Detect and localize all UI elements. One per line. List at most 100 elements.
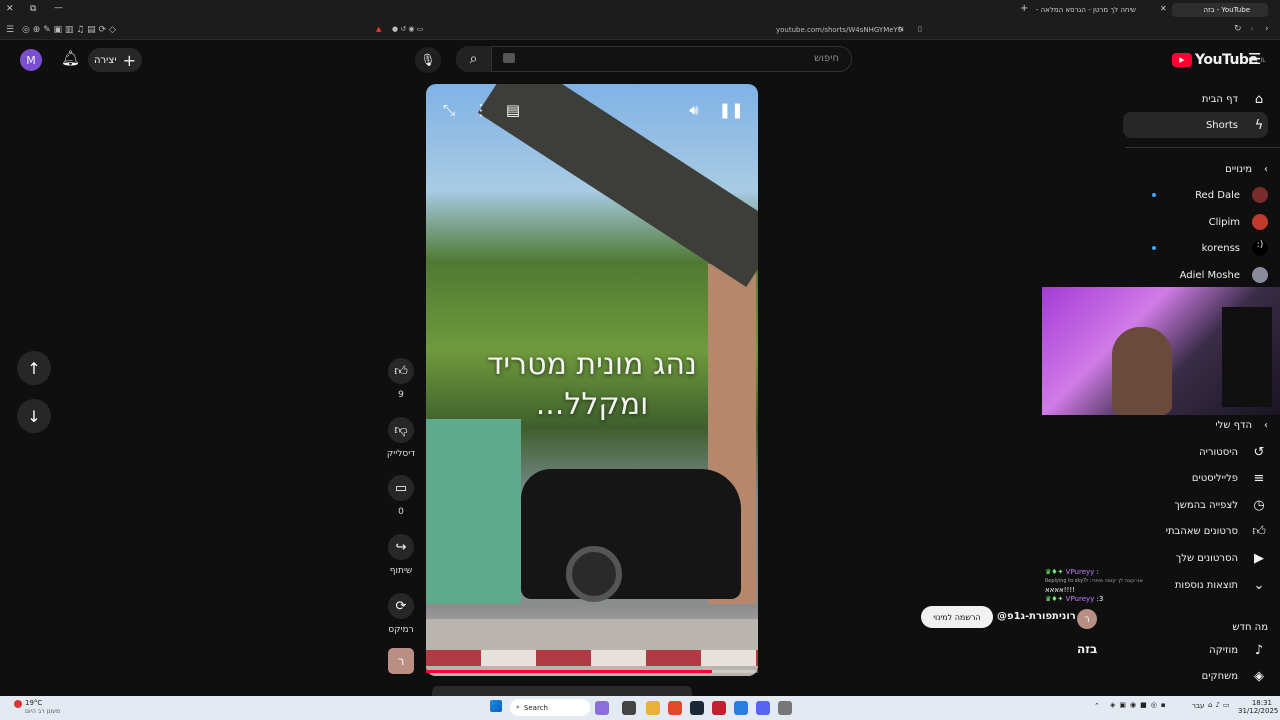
avatar[interactable]: M [20,49,42,71]
toolbar-icons[interactable]: ◎ ⊕ ✎ ▣ ▥ ♫ ▤ ⟳ ◇ [22,25,116,35]
task-view-icon[interactable] [622,701,636,715]
video-icon: ▶ [1254,550,1264,566]
share-button[interactable]: ↪ שיתוף [385,534,417,576]
restore-icon[interactable]: ⧉ [30,4,36,14]
subscriptions-header[interactable]: מינויים ‹ [1128,156,1268,182]
sidebar-item-sub[interactable]: korenss:) [1128,235,1268,261]
taskbar-search[interactable]: ⌕ Search [510,699,590,716]
pause-icon[interactable]: ❚❚ [718,98,743,122]
minimize-icon[interactable]: — [54,3,63,13]
sidebar-item-music[interactable]: מוזיקה ♪ [1128,637,1268,663]
search-icon: ⌕ [516,703,520,711]
network-volume-icons[interactable]: ⌂♪▭ [1208,701,1233,709]
sidebar-item-label: פלייליסטים [1191,472,1238,484]
windows-start-icon[interactable] [490,700,502,712]
remix-button[interactable]: ⟳ רמיקס [385,593,417,635]
tab-youtube[interactable]: YouTube - בזה [1172,3,1268,17]
clock-time: 18:31 [1251,699,1272,707]
sidebar-item-label: Adiel Moshe [1179,269,1240,281]
history-icon: ↺ [1253,444,1265,460]
extension-icons[interactable]: ● ↺ ◉ ▭ [392,25,423,33]
subscriptions-label: מינויים [1225,163,1252,175]
discord-icon[interactable] [756,701,770,715]
reload-icon[interactable]: ↻ [1234,24,1242,34]
file-explorer-icon[interactable] [646,701,660,715]
avatar-letter: M [26,53,36,67]
webcam-background [1222,307,1272,407]
sidebar-item-sub[interactable]: Clipim [1128,209,1268,235]
comments-button[interactable]: ▭ 0 [385,475,417,517]
windows-taskbar: 19°C מעונן רב היום ⌕ Search ⌃ ◈▣◉■◎▪ עבר … [0,696,1280,720]
sidebar-item-history[interactable]: היסטוריה ↺ [1128,439,1268,465]
channel-avatar[interactable]: ר [1077,609,1097,629]
tray-icons[interactable]: ◈▣◉■◎▪ [1110,701,1170,709]
search-input[interactable]: חיפוש [456,46,852,72]
url-text[interactable]: youtube.com/shorts/W4sNHGYMeY0 [776,26,902,34]
more-options-icon[interactable]: ⋮ [469,98,493,122]
sidebar-item-playlists[interactable]: פלייליסטים ≡ [1128,465,1268,491]
bookmark-icon[interactable]: ▯ [918,25,922,33]
next-short-button[interactable]: ↓ [17,399,51,433]
sidebar-item-label: Clipim [1208,216,1240,228]
next-video-peek[interactable] [432,686,692,696]
like-icon: 👍︎ [1252,523,1266,539]
weather-icon[interactable] [14,700,22,708]
channel-thumbnail[interactable]: ר [388,648,414,674]
menu-icon[interactable]: ☰ [6,25,14,35]
video-progress-fill [426,670,712,673]
weather-desc: מעונן רב היום [25,708,61,715]
back-icon[interactable]: › [1265,24,1269,34]
tab-other[interactable]: שיחה לך מרטן - הגרסא המלאה - e [1036,3,1154,17]
sidebar-item-home[interactable]: דף הבית ⌂ [1128,86,1268,112]
taskbar-app-icon[interactable] [595,701,609,715]
webcam-overlay [1042,287,1280,415]
sidebar-item-sub[interactable]: Red Dale [1128,182,1268,208]
chevron-down-icon: ⌄ [1253,577,1265,593]
new-tab-icon[interactable]: + [1020,3,1028,14]
sidebar-item-gaming[interactable]: משחקים ◈ [1128,663,1268,689]
weather-temp: 19°C [25,699,43,707]
tray-chevron-icon[interactable]: ⌃ [1094,702,1100,710]
fullscreen-icon[interactable]: ⤡ [437,98,461,122]
browser-tab-bar: ✕ ⧉ — YouTube - בזה ✕ שיחה לך מרטן - הגר… [0,0,1280,20]
chat-message: אאאא!!!! [1045,586,1075,594]
microphone-icon[interactable]: 🎙︎ [415,47,441,73]
you-header[interactable]: הדף שלי ‹ [1128,412,1268,438]
app-icon[interactable] [712,701,726,715]
playlist-icon: ≡ [1253,470,1265,486]
settings-icon[interactable] [778,701,792,715]
forward-icon[interactable]: ‹ [1250,24,1254,34]
channel-avatar [1252,187,1268,203]
brave-browser-icon[interactable] [668,701,682,715]
sidebar-item-label: לצפייה בהמשך [1174,499,1238,511]
close-window-icon[interactable]: ✕ [6,4,14,14]
tab-close-icon[interactable]: ✕ [1160,4,1167,13]
create-button[interactable]: יצירה + [88,48,142,72]
subscribe-button[interactable]: הרשמה למינוי [921,606,993,628]
dislike-button[interactable]: 👎︎ דיסלייק [385,417,417,459]
language-indicator[interactable]: עבר [1192,702,1204,710]
clock[interactable]: 18:31 31/12/2025 [1238,699,1278,715]
channel-handle[interactable]: @רונית‌פורת-ג1פ [997,611,1076,622]
app-icon[interactable] [734,701,748,715]
channel-avatar-letter: ר [1084,613,1090,625]
sidebar-item-shorts[interactable]: Shorts ϟ [1123,112,1268,138]
brave-shield-icon[interactable]: ▲ [376,25,381,33]
captions-icon[interactable]: ▤ [501,98,525,122]
previous-short-button[interactable]: ↑ [17,351,51,385]
volume-icon[interactable]: 🔊︎ [682,98,706,122]
share-url-icon[interactable]: ⇆ [898,25,904,33]
keyboard-icon[interactable] [503,53,515,63]
sidebar-item-liked[interactable]: סרטונים שאהבתי 👍︎ [1128,518,1268,544]
steam-icon[interactable] [690,701,704,715]
search-button[interactable]: ⌕ [456,46,492,72]
like-button[interactable]: 👍︎ 9 [385,358,417,400]
chevron-left-icon: ‹ [1264,163,1268,175]
share-label: שיתוף [389,566,413,576]
bell-icon[interactable]: 🔔︎ [61,49,80,67]
video-progress-bar[interactable] [426,670,758,673]
create-label: יצירה [94,54,117,66]
sidebar-item-sub[interactable]: Adiel Moshe [1128,262,1268,288]
hamburger-icon[interactable]: ☰ [1248,50,1261,68]
sidebar-item-watch-later[interactable]: לצפייה בהמשך ◷ [1128,492,1268,518]
